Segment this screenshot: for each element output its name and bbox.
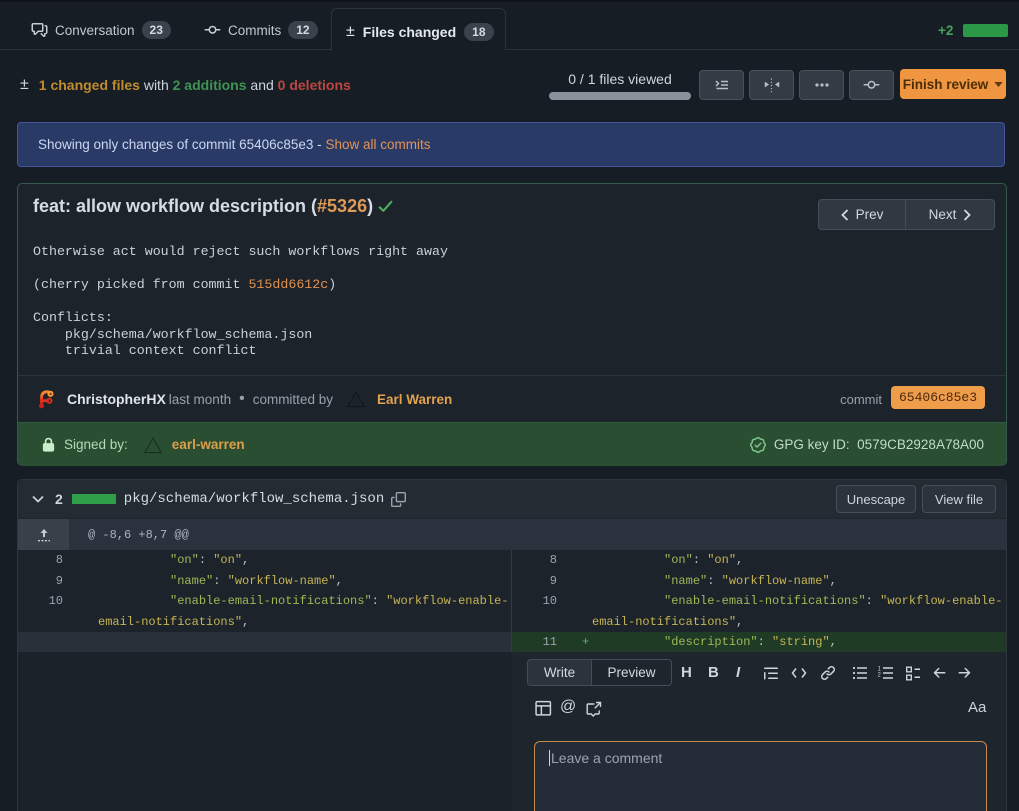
svg-text:2: 2 [878,673,882,679]
